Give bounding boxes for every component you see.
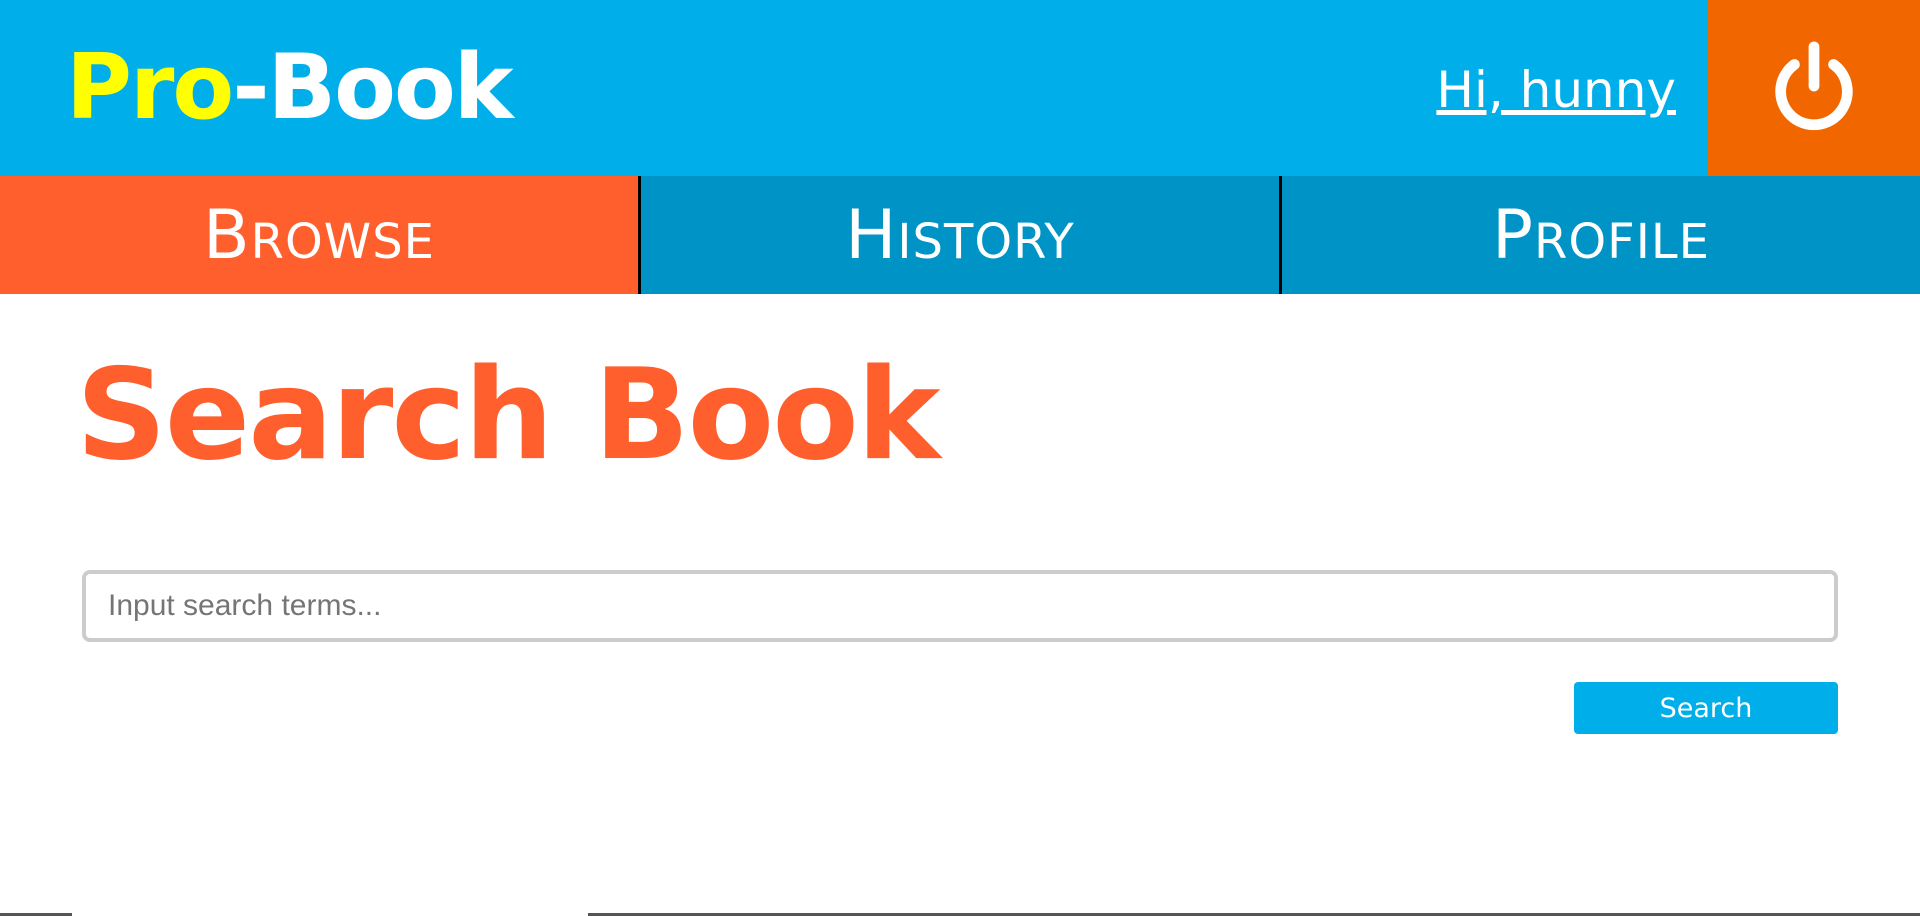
logo-book-text: -Book: [232, 35, 513, 140]
page-title: Search Book: [76, 341, 941, 488]
tab-history[interactable]: History: [638, 176, 1279, 294]
search-button[interactable]: Search: [1574, 682, 1838, 734]
tab-profile[interactable]: Profile: [1279, 176, 1920, 294]
logo-pro-text: Pro: [66, 35, 234, 140]
tab-browse[interactable]: Browse: [0, 176, 638, 294]
main-nav: Browse History Profile: [0, 176, 1920, 294]
app-logo[interactable]: Pro-Book: [66, 35, 514, 140]
user-greeting-link[interactable]: Hi, hunny: [1436, 60, 1676, 120]
app-header: Pro-Book Hi, hunny: [0, 0, 1920, 176]
search-input[interactable]: [82, 570, 1838, 642]
logout-button[interactable]: [1708, 0, 1920, 176]
power-icon: [1775, 41, 1853, 131]
